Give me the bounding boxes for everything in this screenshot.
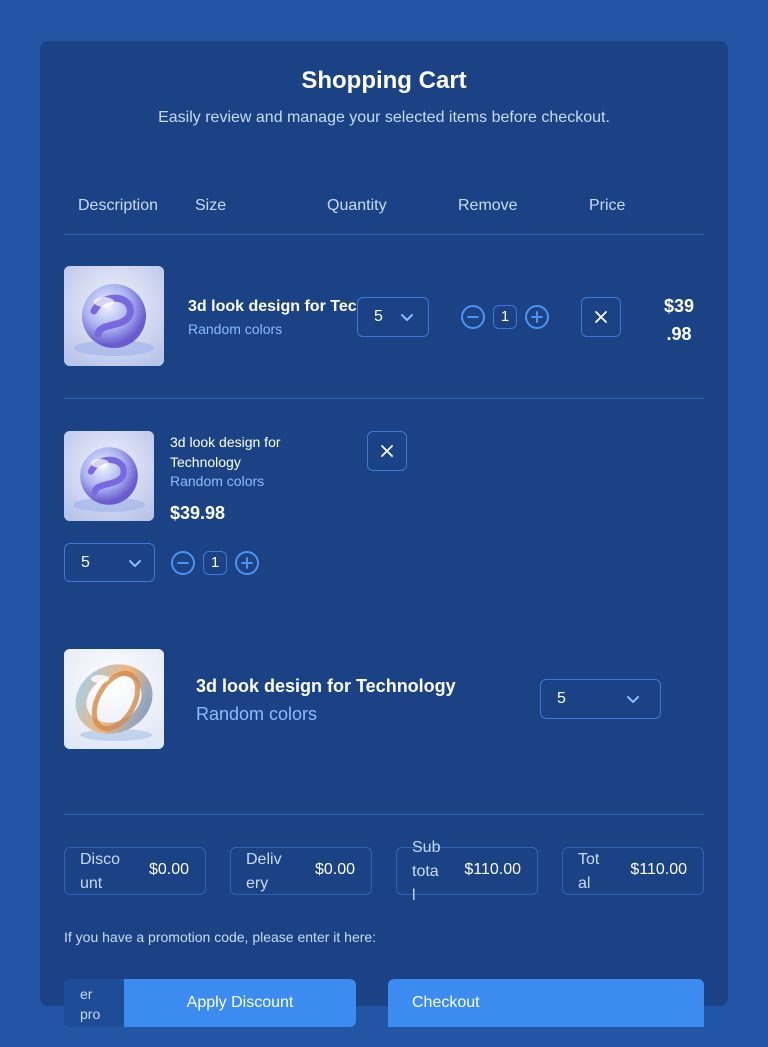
column-header-quantity: Quantity	[327, 197, 387, 214]
subtotal-label-line-3: l	[412, 887, 416, 904]
product-name: 3d look design for Technology	[196, 676, 456, 696]
product-color: Random colors	[196, 704, 318, 724]
discount-label: Disco unt	[80, 848, 120, 896]
promo-input-line-2: pro	[80, 1006, 101, 1022]
promo-code-input[interactable]: er pro	[64, 979, 124, 1027]
minus-icon	[467, 316, 479, 318]
total-label-line-1: Tot	[578, 851, 600, 868]
product-color: Random colors	[188, 321, 283, 337]
product-image	[64, 649, 164, 749]
remove-item-button[interactable]	[581, 297, 621, 337]
size-value: 5	[557, 690, 566, 707]
total-label: Tot al	[578, 848, 599, 896]
column-header-description: Description	[78, 197, 159, 214]
product-name-line-1: 3d look design for	[170, 434, 281, 450]
product-color: Random colors	[170, 473, 265, 489]
size-select[interactable]: 5	[64, 543, 155, 582]
subtotal-summary: Sub tota l $110.00	[396, 839, 538, 904]
subtotal-value: $110.00	[464, 861, 521, 878]
price-line-1: $39	[663, 296, 695, 316]
checkout-button[interactable]: Checkout	[388, 979, 704, 1027]
column-header-remove: Remove	[458, 197, 518, 214]
plus-icon	[241, 557, 253, 569]
page-subtitle: Easily review and manage your selected i…	[158, 109, 610, 126]
subtotal-label: Sub tota l	[412, 836, 440, 908]
increase-quantity-button[interactable]	[525, 305, 549, 329]
item-price: $39 .98	[650, 292, 708, 348]
price-line-2: .98	[666, 324, 692, 344]
promo-input-line-1: er	[80, 986, 93, 1002]
delivery-label-line-1: Deliv	[246, 851, 282, 868]
page-title: Shopping Cart	[301, 67, 467, 94]
quantity-value[interactable]: 1	[493, 305, 517, 329]
column-header-price: Price	[589, 197, 626, 214]
discount-summary: Disco unt $0.00	[64, 847, 206, 895]
item-price: $39.98	[170, 503, 226, 523]
subtotal-label-line-1: Sub	[412, 839, 441, 856]
total-summary: Tot al $110.00	[562, 847, 704, 895]
product-name: 3d look design for Technology	[188, 298, 360, 315]
discount-label-line-2: unt	[80, 875, 103, 892]
product-image	[64, 431, 154, 521]
increase-quantity-button[interactable]	[235, 551, 259, 575]
discount-value: $0.00	[148, 861, 189, 878]
decrease-quantity-button[interactable]	[171, 551, 195, 575]
total-value: $110.00	[630, 861, 687, 878]
chevron-down-icon	[129, 559, 141, 567]
product-name-line-2: Technology	[170, 454, 241, 470]
close-icon	[381, 445, 393, 457]
delivery-label-line-2: ery	[246, 875, 269, 892]
product-name: 3d look design for Technology	[170, 432, 281, 472]
delivery-label: Deliv ery	[246, 848, 282, 896]
size-select[interactable]: 5	[540, 679, 661, 719]
product-image	[64, 266, 164, 366]
chevron-down-icon	[401, 314, 413, 321]
decrease-quantity-button[interactable]	[461, 305, 485, 329]
promo-hint: If you have a promotion code, please ent…	[64, 929, 377, 945]
plus-icon	[531, 311, 543, 323]
total-label-line-2: al	[578, 875, 591, 892]
apply-discount-button[interactable]: Apply Discount	[124, 979, 356, 1027]
column-header-size: Size	[195, 197, 227, 214]
summary-divider	[64, 814, 704, 815]
close-icon	[595, 311, 607, 323]
delivery-value: $0.00	[314, 861, 355, 878]
chevron-down-icon	[627, 696, 639, 703]
size-value: 5	[374, 308, 383, 325]
delivery-summary: Deliv ery $0.00	[230, 847, 372, 895]
item-divider	[64, 398, 704, 399]
header-divider	[64, 234, 704, 235]
subtotal-label-line-2: tota	[412, 863, 439, 880]
size-select[interactable]: 5	[357, 297, 429, 337]
remove-item-button[interactable]	[367, 431, 407, 471]
discount-label-line-1: Disco	[80, 851, 121, 868]
minus-icon	[177, 562, 189, 564]
quantity-value[interactable]: 1	[203, 551, 227, 575]
size-value: 5	[81, 553, 90, 571]
